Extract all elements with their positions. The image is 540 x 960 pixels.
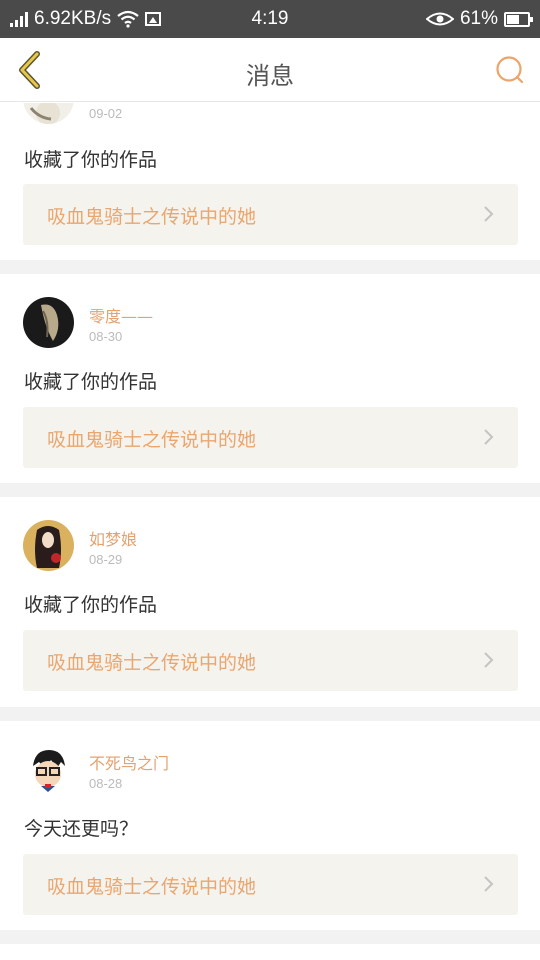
message-text: 收藏了你的作品 (24, 594, 158, 616)
search-icon (496, 56, 524, 84)
message-card: 零度—— 08-30 收藏了你的作品 吸血鬼骑士之传说中的她 (0, 274, 540, 483)
app-header: 消息 (0, 38, 540, 102)
work-title: 吸血鬼骑士之传说中的她 (47, 429, 257, 451)
work-title: 吸血鬼骑士之传说中的她 (47, 876, 257, 898)
battery-percent: 61% (459, 8, 498, 29)
work-link[interactable]: 吸血鬼骑士之传说中的她 (23, 854, 518, 915)
card-separator (0, 260, 540, 274)
status-bar: 6.92KB/s 4:19 61% (0, 0, 540, 38)
message-list[interactable]: 09-02 收藏了你的作品 吸血鬼骑士之传说中的她 零度—— 08-30 收藏了… (0, 103, 540, 960)
work-title: 吸血鬼骑士之传说中的她 (47, 652, 257, 674)
user-avatar[interactable] (23, 520, 74, 571)
user-avatar[interactable] (23, 103, 74, 124)
card-separator (0, 707, 540, 721)
user-avatar[interactable] (23, 297, 74, 348)
status-right: 61% (425, 8, 533, 30)
message-date: 08-29 (89, 552, 123, 567)
chevron-right-icon (484, 429, 494, 445)
eye-icon (425, 12, 454, 26)
user-name[interactable]: 零度—— (89, 303, 153, 327)
message-date: 08-28 (89, 776, 123, 791)
battery-level (507, 14, 519, 24)
message-text: 收藏了你的作品 (24, 371, 158, 393)
chevron-right-icon (484, 876, 494, 892)
message-text: 今天还更吗？ (24, 818, 139, 840)
chevron-right-icon (484, 206, 494, 222)
card-separator (0, 483, 540, 497)
work-link[interactable]: 吸血鬼骑士之传说中的她 (23, 184, 518, 245)
page-title: 消息 (246, 62, 294, 90)
chevron-right-icon (484, 652, 494, 668)
message-card: 如梦娘 08-29 收藏了你的作品 吸血鬼骑士之传说中的她 (0, 497, 540, 707)
message-date: 09-02 (89, 106, 123, 121)
battery-icon (504, 11, 533, 27)
user-name[interactable]: 如梦娘 (89, 526, 137, 550)
user-name[interactable]: 不死鸟之门 (89, 750, 169, 774)
card-separator (0, 930, 540, 944)
message-date: 08-30 (89, 329, 123, 344)
user-avatar[interactable] (23, 744, 74, 795)
message-text: 收藏了你的作品 (24, 149, 158, 171)
work-link[interactable]: 吸血鬼骑士之传说中的她 (23, 630, 518, 691)
search-button[interactable] (490, 50, 530, 90)
work-title: 吸血鬼骑士之传说中的她 (47, 206, 257, 228)
message-card: 09-02 收藏了你的作品 吸血鬼骑士之传说中的她 (0, 103, 540, 260)
message-card: 不死鸟之门 08-28 今天还更吗？ 吸血鬼骑士之传说中的她 (0, 721, 540, 930)
work-link[interactable]: 吸血鬼骑士之传说中的她 (23, 407, 518, 468)
